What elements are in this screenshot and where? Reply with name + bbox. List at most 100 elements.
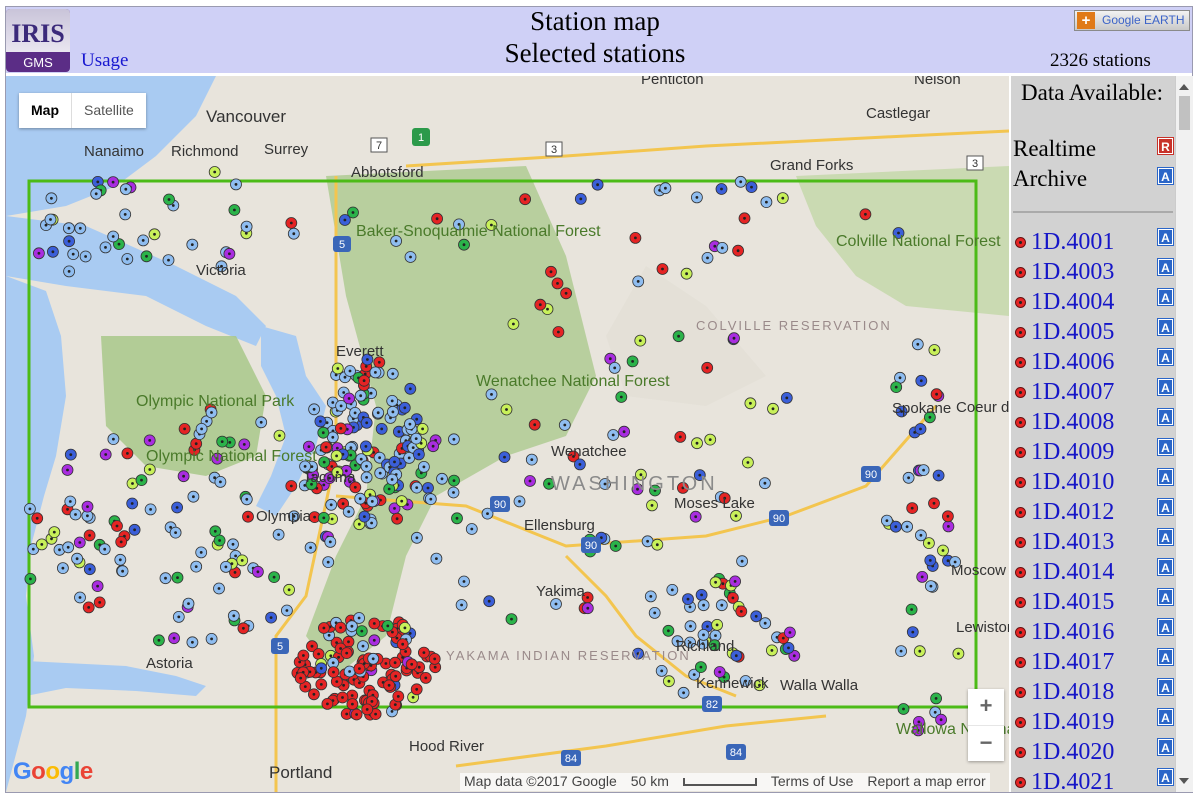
archive-badge-icon[interactable]: A bbox=[1157, 738, 1174, 756]
station-link[interactable]: 1D.4017 bbox=[1031, 649, 1114, 676]
station-list-item[interactable]: 1D.4001 A bbox=[1011, 228, 1181, 258]
archive-badge-icon[interactable]: A bbox=[1157, 288, 1174, 306]
station-list-item[interactable]: 1D.4008 A bbox=[1011, 408, 1181, 438]
station-marker-center bbox=[700, 593, 703, 597]
station-list-item[interactable]: 1D.4021 A bbox=[1011, 768, 1181, 792]
map-type-map-button[interactable]: Map bbox=[19, 93, 72, 128]
scroll-thumb[interactable] bbox=[1179, 96, 1190, 130]
station-list-item[interactable]: 1D.4012 A bbox=[1011, 498, 1181, 528]
archive-badge-icon[interactable]: A bbox=[1157, 378, 1174, 396]
station-marker-center bbox=[733, 580, 737, 583]
station-link[interactable]: 1D.4003 bbox=[1031, 259, 1114, 286]
archive-badge-icon[interactable]: A bbox=[1157, 348, 1174, 366]
sidebar-scrollbar[interactable] bbox=[1175, 76, 1193, 792]
station-marker-center bbox=[348, 369, 352, 373]
google-earth-button[interactable]: + Google EARTH bbox=[1074, 10, 1190, 31]
station-link[interactable]: 1D.4013 bbox=[1031, 529, 1114, 556]
station-list-item[interactable]: 1D.4006 A bbox=[1011, 348, 1181, 378]
archive-badge-icon[interactable]: A bbox=[1157, 318, 1174, 336]
station-link[interactable]: 1D.4004 bbox=[1031, 289, 1114, 316]
station-marker-center bbox=[360, 629, 364, 633]
station-marker-center bbox=[934, 697, 938, 700]
archive-badge-icon[interactable]: A bbox=[1157, 228, 1174, 246]
station-marker-center bbox=[415, 417, 419, 421]
archive-badge-icon[interactable]: A bbox=[1157, 588, 1174, 606]
archive-badge-icon[interactable]: A bbox=[1157, 408, 1174, 426]
station-list-item[interactable]: 1D.4018 A bbox=[1011, 678, 1181, 708]
station-link[interactable]: 1D.4007 bbox=[1031, 379, 1114, 406]
station-link[interactable]: 1D.4005 bbox=[1031, 319, 1114, 346]
station-link[interactable]: 1D.4021 bbox=[1031, 769, 1114, 792]
scale-label[interactable]: 50 km bbox=[631, 773, 669, 791]
archive-badge-icon[interactable]: A bbox=[1157, 528, 1174, 546]
google-logo[interactable]: Google bbox=[13, 758, 93, 786]
station-list-item[interactable]: 1D.4014 A bbox=[1011, 558, 1181, 588]
station-marker-center bbox=[50, 196, 53, 200]
station-list-item[interactable]: 1D.4004 A bbox=[1011, 288, 1181, 318]
station-marker-center bbox=[714, 580, 717, 584]
station-marker-center bbox=[326, 560, 330, 564]
archive-badge-icon[interactable]: A bbox=[1157, 498, 1174, 516]
station-link[interactable]: 1D.4012 bbox=[1031, 499, 1114, 526]
station-link[interactable]: 1D.4016 bbox=[1031, 619, 1114, 646]
map-canvas[interactable]: Vancouver Nanaimo Richmond Surrey Abbots… bbox=[6, 76, 1009, 792]
station-marker-center bbox=[864, 212, 867, 216]
scroll-down-icon[interactable] bbox=[1179, 778, 1189, 784]
station-marker-center bbox=[431, 444, 435, 448]
station-list-item[interactable]: 1D.4017 A bbox=[1011, 648, 1181, 678]
station-link[interactable]: 1D.4006 bbox=[1031, 349, 1114, 376]
station-marker-center bbox=[269, 616, 273, 619]
station-map[interactable]: Vancouver Nanaimo Richmond Surrey Abbots… bbox=[6, 76, 1009, 792]
archive-badge-icon[interactable]: A bbox=[1157, 468, 1174, 486]
station-link[interactable]: 1D.4015 bbox=[1031, 589, 1114, 616]
label-richmond: Richmond bbox=[171, 143, 239, 160]
station-marker-center bbox=[386, 624, 390, 628]
station-marker-center bbox=[739, 180, 743, 184]
archive-badge-icon[interactable]: A bbox=[1157, 438, 1174, 456]
station-list-item[interactable]: 1D.4005 A bbox=[1011, 318, 1181, 348]
usage-link[interactable]: Usage bbox=[81, 50, 128, 72]
label-victoria: Victoria bbox=[196, 262, 246, 279]
station-marker-center bbox=[153, 232, 156, 236]
station-list-item[interactable]: 1D.4010 A bbox=[1011, 468, 1181, 498]
station-link[interactable]: 1D.4008 bbox=[1031, 409, 1114, 436]
station-link[interactable]: 1D.4001 bbox=[1031, 229, 1114, 256]
iris-gms-logo[interactable]: IRIS GMS bbox=[6, 9, 70, 72]
station-link[interactable]: 1D.4018 bbox=[1031, 679, 1114, 706]
station-list-item[interactable]: 1D.4009 A bbox=[1011, 438, 1181, 468]
station-link[interactable]: 1D.4019 bbox=[1031, 709, 1114, 736]
station-list-item[interactable]: 1D.4013 A bbox=[1011, 528, 1181, 558]
station-marker-center bbox=[721, 582, 725, 586]
station-list-item[interactable]: 1D.4016 A bbox=[1011, 618, 1181, 648]
map-type-satellite-button[interactable]: Satellite bbox=[72, 93, 146, 128]
zoom-in-button[interactable]: + bbox=[968, 689, 1004, 726]
station-link[interactable]: 1D.4014 bbox=[1031, 559, 1114, 586]
archive-badge-icon[interactable]: A bbox=[1157, 768, 1174, 786]
station-list-item[interactable]: 1D.4007 A bbox=[1011, 378, 1181, 408]
archive-badge-icon[interactable]: A bbox=[1157, 648, 1174, 666]
station-marker-center bbox=[746, 461, 750, 464]
station-marker-center bbox=[171, 204, 175, 207]
station-link[interactable]: 1D.4009 bbox=[1031, 439, 1114, 466]
station-list-item[interactable]: 1D.4003 A bbox=[1011, 258, 1181, 288]
label-olympic-np: Olympic National Park bbox=[136, 393, 295, 410]
archive-badge-icon[interactable]: A bbox=[1157, 708, 1174, 726]
scroll-up-icon[interactable] bbox=[1179, 84, 1189, 90]
archive-badge-icon[interactable]: A bbox=[1157, 558, 1174, 576]
station-list-item[interactable]: 1D.4015 A bbox=[1011, 588, 1181, 618]
station-link[interactable]: 1D.4020 bbox=[1031, 739, 1114, 766]
station-link[interactable]: 1D.4010 bbox=[1031, 469, 1114, 496]
terms-link[interactable]: Terms of Use bbox=[771, 773, 853, 791]
station-marker-center bbox=[518, 500, 521, 503]
report-error-link[interactable]: Report a map error bbox=[867, 773, 985, 791]
station-marker-center bbox=[946, 514, 950, 518]
archive-badge-icon[interactable]: A bbox=[1157, 618, 1174, 636]
zoom-out-button[interactable]: − bbox=[968, 726, 1004, 762]
station-list-item[interactable]: 1D.4019 A bbox=[1011, 708, 1181, 738]
station-marker-center bbox=[702, 603, 705, 607]
archive-badge-icon[interactable]: A bbox=[1157, 678, 1174, 696]
archive-badge-icon[interactable]: A bbox=[1157, 258, 1174, 276]
station-marker-center bbox=[369, 391, 373, 395]
station-marker-center bbox=[302, 654, 305, 657]
station-list-item[interactable]: 1D.4020 A bbox=[1011, 738, 1181, 768]
